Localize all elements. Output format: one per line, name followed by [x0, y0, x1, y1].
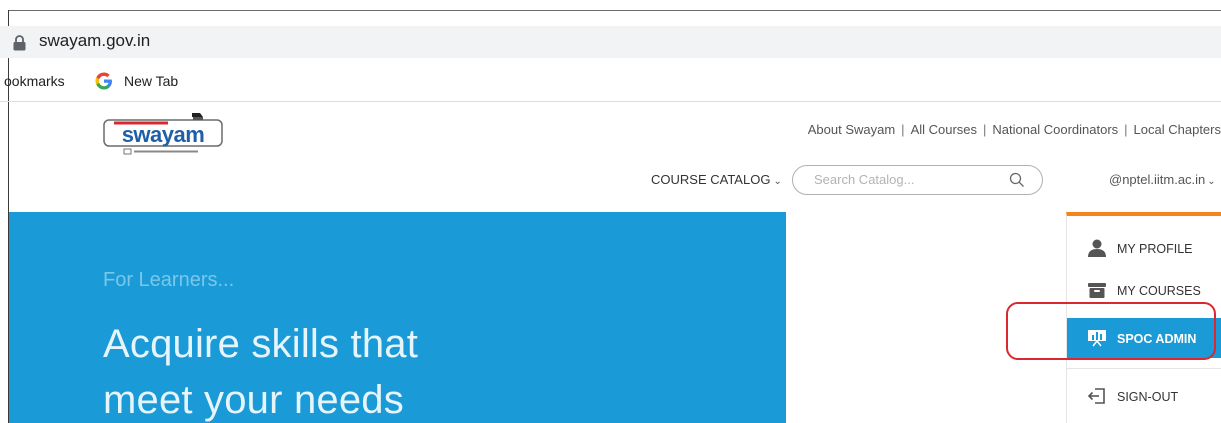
courses-box-icon — [1088, 283, 1106, 298]
url-text[interactable]: swayam.gov.in — [39, 30, 150, 52]
top-link-local-chapters[interactable]: Local Chapters — [1134, 122, 1221, 137]
dropdown-divider — [1067, 368, 1221, 369]
bookmarks-label[interactable]: ookmarks — [4, 71, 65, 91]
user-menu[interactable]: @nptel.iitm.ac.in ⌄ — [1109, 172, 1216, 190]
hero-title-line: Acquire skills that — [103, 322, 419, 366]
dropdown-item-label: SIGN-OUT — [1117, 390, 1179, 404]
svg-text:swayam: swayam — [122, 122, 205, 147]
course-catalog-label: COURSE CATALOG — [651, 172, 771, 187]
dropdown-item-label: MY PROFILE — [1117, 242, 1193, 256]
course-catalog-menu[interactable]: COURSE CATALOG ⌄ — [651, 172, 782, 190]
search-input[interactable] — [814, 172, 1004, 187]
top-link-national-coordinators[interactable]: National Coordinators — [992, 122, 1118, 137]
google-icon[interactable] — [95, 72, 113, 90]
annotation-highlight — [1006, 302, 1216, 360]
bookmarks-divider — [0, 101, 1221, 102]
user-icon — [1088, 239, 1106, 257]
chevron-down-icon: ⌄ — [1207, 176, 1216, 187]
hero-title: Acquire skills that meet your needs — [103, 316, 418, 423]
top-link-all-courses[interactable]: All Courses — [911, 122, 977, 137]
top-link-about-swayam[interactable]: About Swayam — [808, 122, 895, 137]
chevron-down-icon: ⌄ — [773, 176, 782, 187]
top-link-separator: | — [1124, 122, 1128, 137]
lock-icon — [13, 35, 26, 51]
bookmark-new-tab[interactable]: New Tab — [124, 71, 178, 91]
dropdown-item-label: MY COURSES — [1117, 284, 1201, 298]
hero-banner: For Learners... Acquire skills that meet… — [9, 212, 786, 423]
search-icon[interactable] — [1009, 172, 1025, 188]
top-link-separator: | — [983, 122, 987, 137]
top-link-separator: | — [901, 122, 905, 137]
window-top-edge — [8, 10, 1221, 11]
address-bar[interactable] — [0, 26, 1221, 58]
hero-title-line: meet your needs — [103, 378, 404, 422]
swayam-logo[interactable]: swayam — [102, 111, 224, 157]
hero-subtitle: For Learners... — [103, 269, 235, 291]
user-email-label: @nptel.iitm.ac.in — [1109, 172, 1206, 187]
search-box[interactable] — [792, 165, 1043, 195]
dropdown-item-sign-out[interactable]: SIGN-OUT — [1067, 378, 1221, 414]
sign-out-icon — [1087, 388, 1105, 404]
dropdown-item-my-profile[interactable]: MY PROFILE — [1067, 230, 1221, 266]
top-nav-links: About Swayam | All Courses | National Coordi… — [808, 122, 1221, 138]
